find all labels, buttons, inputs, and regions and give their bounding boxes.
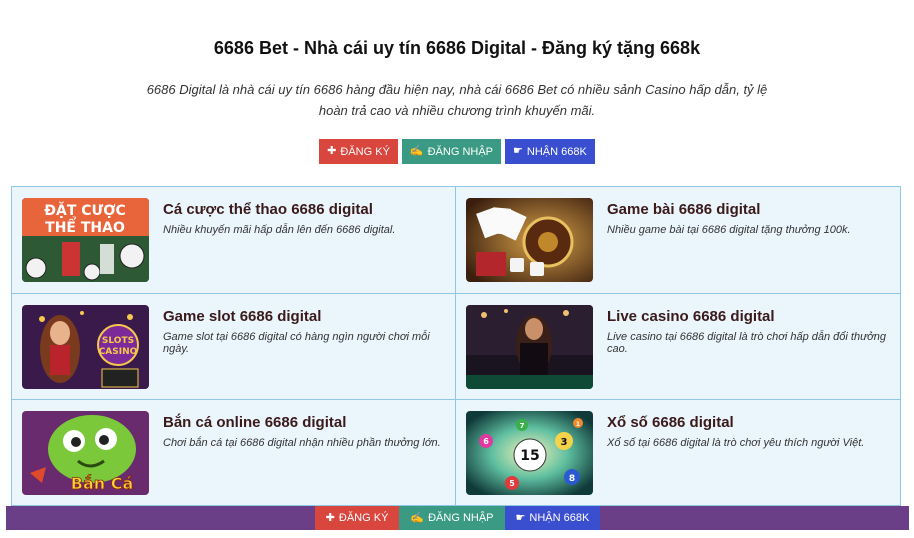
bottom-login-button[interactable]: ✍ ĐĂNG NHẬP (399, 506, 505, 530)
login-button-label: ĐĂNG NHẬP (427, 145, 494, 158)
sports-thumb-text-1: ĐẶT CƯỢC (44, 201, 125, 219)
card-sports-betting[interactable]: ĐẶT CƯỢC THỂ THAO Cá cược thể thao 6686 … (12, 187, 456, 294)
lottery-ball-8: 8 (569, 474, 575, 484)
pointing-hand-icon: ☛ (513, 145, 523, 157)
bottom-login-label: ĐĂNG NHẬP (428, 512, 494, 524)
cta-button-row: ✚ ĐĂNG KÝ ✍ ĐĂNG NHẬP ☛ NHẬN 668K (0, 139, 914, 164)
writing-hand-icon: ✍ (410, 511, 425, 524)
slot-games-thumbnail[interactable]: SLOTS CASINO (22, 305, 149, 389)
card-title[interactable]: Game bài 6686 digital (607, 201, 887, 219)
card-slot-games[interactable]: SLOTS CASINO Game slot 6686 digital Game… (12, 294, 456, 400)
slots-thumb-text-1: SLOTS (102, 336, 134, 346)
fish-shooting-thumbnail[interactable]: Bắn Cá (22, 411, 149, 495)
pointing-hand-icon: ☛ (515, 511, 526, 524)
card-title[interactable]: Cá cược thể thao 6686 digital (163, 201, 443, 219)
lottery-ball-7: 7 (520, 422, 525, 430)
card-description: Nhiều khuyến mãi hấp dẫn lên đến 6686 di… (163, 224, 396, 236)
fish-thumb-text: Bắn Cá (71, 474, 134, 493)
card-title[interactable]: Game slot 6686 digital (163, 308, 443, 326)
card-description: Game slot tại 6686 digital có hàng ngìn … (163, 331, 430, 355)
page-title: 6686 Bet - Nhà cái uy tín 6686 Digital -… (213, 38, 701, 58)
lottery-ball-3: 3 (561, 437, 568, 448)
game-category-grid: ĐẶT CƯỢC THỂ THAO Cá cược thể thao 6686 … (11, 186, 901, 506)
login-button[interactable]: ✍ ĐĂNG NHẬP (401, 139, 502, 164)
card-description: Xổ số tại 6686 digital là trò chơi yêu t… (607, 437, 865, 449)
card-title[interactable]: Xổ số 6686 digital (607, 414, 887, 432)
card-description: Nhiều game bài tại 6686 digital tặng thư… (607, 224, 851, 236)
live-casino-thumbnail[interactable] (466, 305, 593, 389)
register-button-label: ĐĂNG KÝ (340, 145, 390, 158)
lottery-ball-15: 15 (520, 448, 539, 464)
lottery-ball-1: 1 (576, 421, 580, 428)
card-live-casino[interactable]: Live casino 6686 digital Live casino tại… (456, 294, 900, 400)
bottom-bonus-label: NHẬN 668K (529, 512, 590, 524)
page-description: 6686 Digital là nhà cái uy tín 6686 hàng… (146, 82, 768, 118)
register-button[interactable]: ✚ ĐĂNG KÝ (319, 139, 398, 164)
card-games-thumbnail[interactable] (466, 198, 593, 282)
slots-thumb-text-2: CASINO (99, 347, 138, 357)
plus-icon: ✚ (325, 511, 335, 524)
bottom-bonus-button[interactable]: ☛ NHẬN 668K (504, 506, 601, 530)
plus-icon: ✚ (327, 145, 337, 157)
bottom-register-label: ĐĂNG KÝ (338, 512, 389, 524)
bottom-register-button[interactable]: ✚ ĐĂNG KÝ (314, 506, 400, 530)
card-description: Live casino tại 6686 digital là trò chơi… (607, 331, 886, 355)
card-title[interactable]: Live casino 6686 digital (607, 308, 887, 326)
lottery-ball-6: 6 (483, 437, 489, 446)
writing-hand-icon: ✍ (409, 145, 424, 157)
lottery-ball-5: 5 (509, 479, 515, 488)
bonus-button-label: NHẬN 668K (526, 145, 587, 158)
sports-betting-thumbnail[interactable]: ĐẶT CƯỢC THỂ THAO (22, 198, 149, 282)
card-lottery[interactable]: 15 3 8 5 6 7 1 Xổ số 6686 digital Xổ số … (456, 400, 900, 505)
lottery-thumbnail[interactable]: 15 3 8 5 6 7 1 (466, 411, 593, 495)
card-title[interactable]: Bắn cá online 6686 digital (163, 414, 443, 432)
card-description: Chơi bắn cá tại 6686 digital nhận nhiều … (163, 437, 441, 449)
bonus-button[interactable]: ☛ NHẬN 668K (505, 139, 595, 164)
card-fish-shooting[interactable]: Bắn Cá Bắn cá online 6686 digital Chơi b… (12, 400, 456, 505)
sticky-bottom-bar: ✚ ĐĂNG KÝ ✍ ĐĂNG NHẬP ☛ NHẬN 668K (6, 506, 909, 530)
card-card-games[interactable]: Game bài 6686 digital Nhiều game bài tại… (456, 187, 900, 294)
